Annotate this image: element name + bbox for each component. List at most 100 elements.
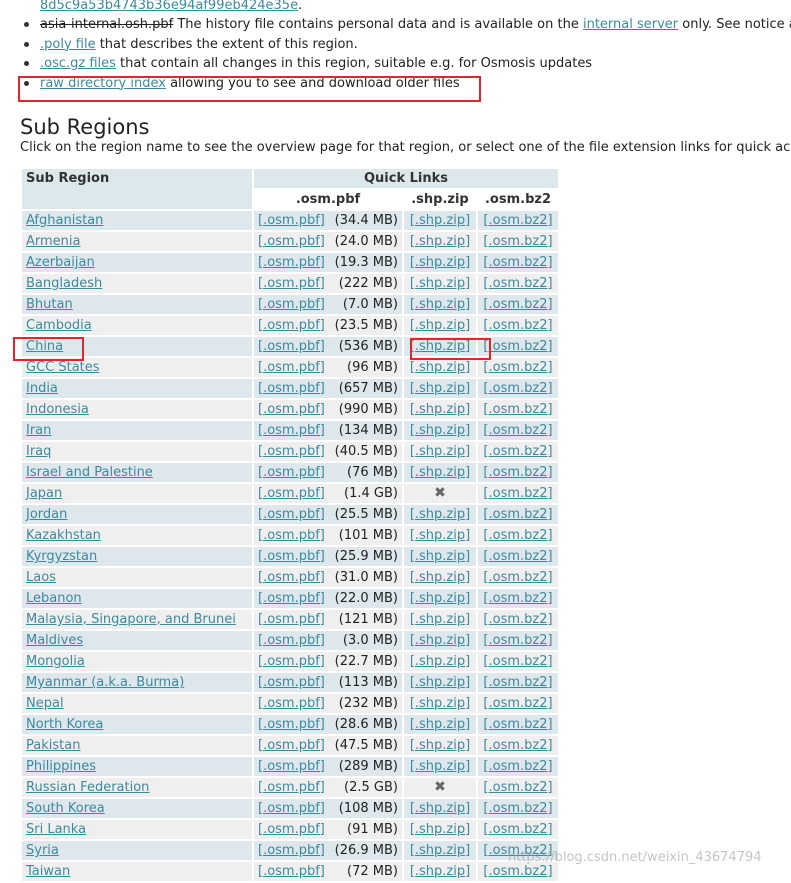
osm-bz2-link[interactable]: [.osm.bz2] [483,255,552,270]
shp-zip-link[interactable]: [.shp.zip] [410,633,470,648]
osm-bz2-link[interactable]: [.osm.bz2] [483,801,552,816]
osm-pbf-link[interactable]: [.osm.pbf] [258,381,325,396]
osm-pbf-link[interactable]: [.osm.pbf] [258,444,325,459]
shp-zip-link[interactable]: [.shp.zip] [410,465,470,480]
region-link[interactable]: Russian Federation [26,780,149,795]
region-link[interactable]: GCC States [26,360,100,375]
shp-zip-link[interactable]: [.shp.zip] [410,507,470,522]
shp-zip-link[interactable]: [.shp.zip] [410,444,470,459]
osm-pbf-link[interactable]: [.osm.pbf] [258,591,325,606]
osm-pbf-link[interactable]: [.osm.pbf] [258,843,325,858]
shp-zip-link[interactable]: [.shp.zip] [410,717,470,732]
shp-zip-link[interactable]: [.shp.zip] [410,381,470,396]
osm-pbf-link[interactable]: [.osm.pbf] [258,759,325,774]
osm-bz2-link[interactable]: [.osm.bz2] [483,780,552,795]
region-link[interactable]: Syria [26,843,59,858]
shp-zip-link[interactable]: [.shp.zip] [410,654,470,669]
shp-zip-link[interactable]: [.shp.zip] [410,570,470,585]
shp-zip-link[interactable]: [.shp.zip] [410,549,470,564]
osm-bz2-link[interactable]: [.osm.bz2] [483,633,552,648]
osm-pbf-link[interactable]: [.osm.pbf] [258,318,325,333]
shp-zip-link[interactable]: [.shp.zip] [410,360,470,375]
region-link[interactable]: Laos [26,570,56,585]
osm-pbf-link[interactable]: [.osm.pbf] [258,465,325,480]
region-link[interactable]: Lebanon [26,591,82,606]
osm-bz2-link[interactable]: [.osm.bz2] [483,297,552,312]
region-link[interactable]: Iran [26,423,51,438]
osm-pbf-link[interactable]: [.osm.pbf] [258,780,325,795]
osm-pbf-link[interactable]: [.osm.pbf] [258,822,325,837]
region-link[interactable]: Iraq [26,444,51,459]
region-link[interactable]: Cambodia [26,318,92,333]
shp-zip-link[interactable]: [.shp.zip] [410,402,470,417]
osm-bz2-link[interactable]: [.osm.bz2] [483,591,552,606]
shp-zip-link[interactable]: [.shp.zip] [410,528,470,543]
md5-hash-link[interactable]: 8d5c9a53b4743b36e94af99eb424e35e [40,0,298,13]
shp-zip-link[interactable]: [.shp.zip] [410,423,470,438]
osm-bz2-link[interactable]: [.osm.bz2] [483,339,552,354]
shp-zip-link[interactable]: [.shp.zip] [410,234,470,249]
shp-zip-link[interactable]: [.shp.zip] [410,591,470,606]
osm-bz2-link[interactable]: [.osm.bz2] [483,360,552,375]
region-link[interactable]: Philippines [26,759,96,774]
osm-bz2-link[interactable]: [.osm.bz2] [483,570,552,585]
shp-zip-link[interactable]: [.shp.zip] [410,255,470,270]
osm-bz2-link[interactable]: [.osm.bz2] [483,486,552,501]
region-link[interactable]: Maldives [26,633,83,648]
osm-pbf-link[interactable]: [.osm.pbf] [258,696,325,711]
osm-bz2-link[interactable]: [.osm.bz2] [483,717,552,732]
osm-pbf-link[interactable]: [.osm.pbf] [258,549,325,564]
osm-bz2-link[interactable]: [.osm.bz2] [483,738,552,753]
osm-bz2-link[interactable]: [.osm.bz2] [483,675,552,690]
osm-pbf-link[interactable]: [.osm.pbf] [258,297,325,312]
region-link[interactable]: Myanmar (a.k.a. Burma) [26,675,184,690]
region-link[interactable]: Israel and Palestine [26,465,153,480]
osm-bz2-link[interactable]: [.osm.bz2] [483,696,552,711]
internal-server-link[interactable]: internal server [583,17,678,32]
osm-bz2-link[interactable]: [.osm.bz2] [483,612,552,627]
region-link[interactable]: Japan [26,486,62,501]
osm-pbf-link[interactable]: [.osm.pbf] [258,801,325,816]
osm-pbf-link[interactable]: [.osm.pbf] [258,360,325,375]
osm-bz2-link[interactable]: [.osm.bz2] [483,276,552,291]
osm-bz2-link[interactable]: [.osm.bz2] [483,318,552,333]
osm-bz2-link[interactable]: [.osm.bz2] [483,234,552,249]
osm-bz2-link[interactable]: [.osm.bz2] [483,549,552,564]
osm-bz2-link[interactable]: [.osm.bz2] [483,465,552,480]
osm-bz2-link[interactable]: [.osm.bz2] [483,402,552,417]
osm-bz2-link[interactable]: [.osm.bz2] [483,423,552,438]
osm-bz2-link[interactable]: [.osm.bz2] [483,528,552,543]
osm-pbf-link[interactable]: [.osm.pbf] [258,738,325,753]
osm-bz2-link[interactable]: [.osm.bz2] [483,759,552,774]
region-link[interactable]: Afghanistan [26,213,103,228]
shp-zip-link[interactable]: [.shp.zip] [410,738,470,753]
osm-pbf-link[interactable]: [.osm.pbf] [258,402,325,417]
shp-zip-link[interactable]: [.shp.zip] [410,759,470,774]
osm-pbf-link[interactable]: [.osm.pbf] [258,633,325,648]
osc-files-link[interactable]: .osc.gz files [40,56,116,71]
region-link[interactable]: Nepal [26,696,64,711]
osm-pbf-link[interactable]: [.osm.pbf] [258,255,325,270]
shp-zip-link[interactable]: [.shp.zip] [410,276,470,291]
osm-pbf-link[interactable]: [.osm.pbf] [258,339,325,354]
region-link[interactable]: Indonesia [26,402,89,417]
osm-bz2-link[interactable]: [.osm.bz2] [483,822,552,837]
region-link[interactable]: Pakistan [26,738,80,753]
region-link[interactable]: North Korea [26,717,103,732]
osm-pbf-link[interactable]: [.osm.pbf] [258,570,325,585]
shp-zip-link[interactable]: [.shp.zip] [410,318,470,333]
region-link[interactable]: Bangladesh [26,276,102,291]
region-link[interactable]: Sri Lanka [26,822,86,837]
shp-zip-link[interactable]: [.shp.zip] [410,822,470,837]
shp-zip-link[interactable]: [.shp.zip] [410,297,470,312]
region-link[interactable]: Bhutan [26,297,73,312]
shp-zip-link[interactable]: [.shp.zip] [410,675,470,690]
osm-pbf-link[interactable]: [.osm.pbf] [258,717,325,732]
region-link[interactable]: Kazakhstan [26,528,101,543]
osm-pbf-link[interactable]: [.osm.pbf] [258,864,325,879]
region-link[interactable]: India [26,381,58,396]
region-link[interactable]: Jordan [26,507,67,522]
osm-pbf-link[interactable]: [.osm.pbf] [258,276,325,291]
osm-pbf-link[interactable]: [.osm.pbf] [258,423,325,438]
osm-pbf-link[interactable]: [.osm.pbf] [258,654,325,669]
